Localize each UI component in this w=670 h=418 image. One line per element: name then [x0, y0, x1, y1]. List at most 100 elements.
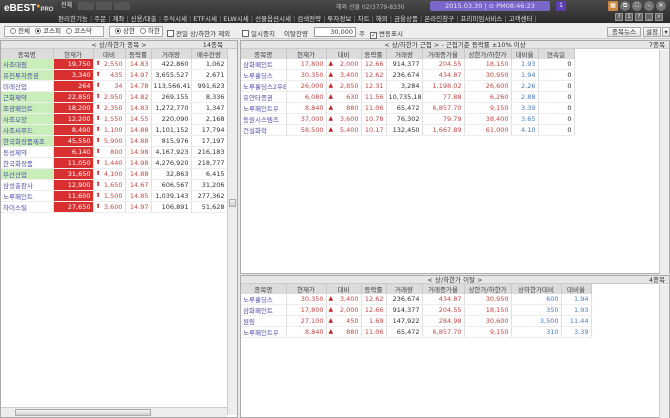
- table-row[interactable]: 노루홀딩스 30,350 ▲ 3,400 12.62 236,674 434.87 30,95…: [241, 294, 592, 305]
- stock-name[interactable]: 건설화학: [241, 124, 287, 136]
- column-header[interactable]: 상한가/하한가: [464, 284, 512, 294]
- table-row[interactable]: 건설화학 58,500 ▲ 5,400 10.17 132,450 1,667.89 61,0…: [241, 124, 575, 136]
- stock-name[interactable]: 부산산업: [1, 168, 54, 180]
- radio-upper[interactable]: 상한: [112, 27, 135, 35]
- close-icon[interactable]: ✕: [656, 1, 666, 11]
- exclude-prev-checkbox[interactable]: 전일 상/하한가 제외: [167, 28, 230, 38]
- stock-name[interactable]: 노루페인트: [1, 190, 54, 202]
- column-header[interactable]: 대비율: [561, 284, 592, 294]
- column-header[interactable]: 현재가: [286, 49, 327, 59]
- stock-name[interactable]: 노루홀딩스: [241, 69, 287, 81]
- tab-all[interactable]: 전체: [58, 2, 76, 10]
- table-row[interactable]: 조광페인트 18,200 ⬆ 2,350 14.83 1,272,770 1,347: [1, 102, 228, 114]
- table-row[interactable]: 삼성출판사 12,900 ⬆ 1,650 14.67 606,567 31,206: [1, 179, 228, 191]
- stock-name[interactable]: 사조대림: [1, 59, 54, 70]
- table-row[interactable]: 한국화장품제조 45,550 ⬆ 5,900 14.88 815,976 17,197: [1, 135, 228, 147]
- tab-4[interactable]: [114, 2, 130, 10]
- stock-name[interactable]: 하이스틸: [1, 201, 54, 213]
- tab-2[interactable]: [78, 2, 94, 10]
- stock-name[interactable]: 노루페인트우: [241, 326, 287, 338]
- menu-item[interactable]: 선물옵션시세: [255, 15, 295, 23]
- table-row[interactable]: 동성제약 6,140 ⬆ 800 14.98 4,167,923 216,183: [1, 146, 228, 158]
- column-header[interactable]: 등락률: [361, 284, 387, 294]
- stock-name[interactable]: 동원시스템즈: [241, 113, 287, 125]
- column-header[interactable]: 현재가: [53, 49, 94, 59]
- stock-name[interactable]: 원림: [241, 315, 287, 327]
- table-row[interactable]: 동원시스템즈 37,000 ▲ 3,600 10.78 76,302 79.79 38,400…: [241, 113, 575, 125]
- menu-item[interactable]: 주식시세: [163, 15, 191, 23]
- table-row[interactable]: 사조씨푸드 8,490 ⬆ 1,100 14.88 1,101,152 17,794: [1, 124, 228, 136]
- column-header[interactable]: 상하한가대비: [511, 284, 562, 294]
- layout-icon[interactable]: ⛶: [632, 1, 642, 11]
- menu-item[interactable]: ELW시세: [223, 15, 253, 23]
- radio-kospi[interactable]: 코스피: [32, 27, 61, 35]
- column-header[interactable]: 상한가/하한가: [464, 49, 512, 59]
- table-row[interactable]: 노루페인트 11,600 ⬆ 1,500 14.85 1,039,143 277,362: [1, 190, 228, 202]
- menu-item[interactable]: 검색전략: [297, 15, 325, 23]
- table-row[interactable]: 노루페인트우 8,840 ▲ 880 11.06 65,472 6,857.70 9,150 3…: [241, 102, 575, 114]
- win-close-icon[interactable]: ×: [655, 13, 663, 21]
- table-row[interactable]: 유안타증권 6,080 ▲ 630 11.56 10,735,184 77.88 6,260 2…: [241, 91, 575, 103]
- stock-name[interactable]: 삼화페인트: [241, 59, 287, 70]
- notice-icon[interactable]: 1: [556, 1, 566, 11]
- stock-name[interactable]: 유안타증권: [241, 91, 287, 103]
- column-header[interactable]: 거래량: [151, 49, 192, 59]
- column-header[interactable]: 등락률: [361, 49, 387, 59]
- help-icon[interactable]: ?: [635, 13, 643, 21]
- column-header[interactable]: 대비: [326, 49, 362, 59]
- table-row[interactable]: 원림 27,100 ▲ 450 1.69 147,922 284.98 30,600 3,500…: [241, 315, 592, 327]
- menu-item[interactable]: 프리미엄서비스: [460, 15, 506, 23]
- stock-name[interactable]: 삼화페인트: [241, 304, 287, 316]
- stock-name[interactable]: 삼성출판사: [1, 179, 54, 191]
- vertical-scrollbar[interactable]: [659, 50, 669, 274]
- pause-checkbox[interactable]: 일시중지: [242, 28, 275, 38]
- stock-name[interactable]: 사조오양: [1, 113, 54, 125]
- column-header[interactable]: 거래증가율: [422, 49, 465, 59]
- stock-name[interactable]: 한국화장품제조: [1, 135, 54, 147]
- stock-name[interactable]: 조광페인트: [1, 102, 54, 114]
- menu-item[interactable]: 해외: [376, 15, 392, 23]
- column-header[interactable]: 종목명: [241, 49, 287, 59]
- column-header[interactable]: 연속일: [538, 49, 575, 59]
- info-icon[interactable]: 1: [625, 13, 633, 21]
- stock-name[interactable]: 한국화장품: [1, 157, 54, 169]
- table-row[interactable]: 한국화장품 11,050 ⬆ 1,440 14.98 4,276,920 218,777: [1, 157, 228, 169]
- menu-item[interactable]: 편리한기능: [58, 15, 92, 23]
- radio-kosdaq[interactable]: 코스닥: [63, 27, 92, 35]
- radio-lower[interactable]: 하한: [137, 27, 160, 35]
- stock-name[interactable]: 동성제약: [1, 146, 54, 158]
- column-header[interactable]: 현재가: [286, 284, 327, 294]
- stock-news-button[interactable]: 종목뉴스: [607, 27, 641, 37]
- menu-item[interactable]: ETF시세: [193, 15, 221, 23]
- menu-item[interactable]: 계좌: [112, 15, 128, 23]
- menu-item[interactable]: 차트: [358, 15, 374, 23]
- vertical-scrollbar[interactable]: [227, 49, 237, 415]
- stock-name[interactable]: 노루홀딩스2우B: [241, 80, 287, 92]
- table-row[interactable]: 부산산업 31,650 ⬆ 4,100 14.88 32,863 6,415: [1, 168, 228, 180]
- dropdown-icon[interactable]: ▾: [662, 27, 670, 37]
- horizontal-scrollbar[interactable]: [1, 407, 227, 417]
- tab-3[interactable]: [96, 2, 112, 10]
- column-header[interactable]: 대비: [326, 284, 362, 294]
- column-header[interactable]: 매수잔량: [191, 49, 228, 59]
- column-header[interactable]: 종목명: [1, 49, 54, 59]
- menu-item[interactable]: 신용/대출: [131, 15, 161, 23]
- column-header[interactable]: 대비율: [511, 49, 539, 59]
- grid-icon[interactable]: ▦: [608, 1, 618, 11]
- stock-name[interactable]: 사조씨푸드: [1, 124, 54, 136]
- column-header[interactable]: 거래량: [386, 49, 423, 59]
- table-row[interactable]: 유진투자증권 3,340 ⬆ 435 14.97 3,655,527 2,671: [1, 69, 228, 81]
- table-row[interactable]: 미래산업 264 ⬆ 34 14.78 113,566,415 991,623: [1, 80, 228, 92]
- settings-button[interactable]: 설정: [643, 27, 661, 37]
- vertical-scrollbar[interactable]: [659, 285, 669, 418]
- table-row[interactable]: 삼화페인트 17,800 ▲ 2,000 12.66 914,377 204.55 18,15…: [241, 304, 592, 316]
- stock-name[interactable]: 노루페인트우: [241, 102, 287, 114]
- table-row[interactable]: 노루페인트우 8,840 ▲ 880 11.06 65,472 6,857.70 9,150 3…: [241, 326, 592, 338]
- column-header[interactable]: 대비: [93, 49, 126, 59]
- table-row[interactable]: 노루홀딩스 30,350 ▲ 3,400 12.62 236,674 434.87 30,95…: [241, 69, 575, 81]
- restore-icon[interactable]: ⧉: [620, 1, 630, 11]
- column-header[interactable]: 등락률: [125, 49, 152, 59]
- win-minimize-icon[interactable]: _: [645, 13, 653, 21]
- table-row[interactable]: 사조오양 12,200 ⬆ 1,550 14.55 220,090 2,168: [1, 113, 228, 125]
- table-row[interactable]: 사조대림 19,750 ⬆ 2,550 14.83 422,860 1,062: [1, 59, 228, 70]
